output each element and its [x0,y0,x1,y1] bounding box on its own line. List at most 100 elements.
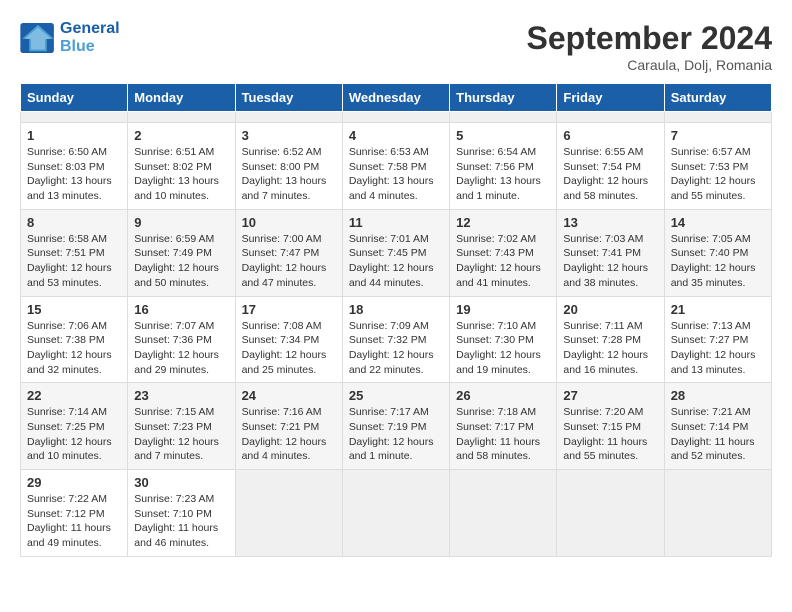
calendar-cell [342,470,449,557]
day-number: 21 [671,302,765,317]
col-header-monday: Monday [128,84,235,112]
calendar-cell: 25 Sunrise: 7:17 AM Sunset: 7:19 PM Dayli… [342,383,449,470]
title-block: September 2024 Caraula, Dolj, Romania [527,20,772,73]
calendar-cell [664,470,771,557]
day-number: 19 [456,302,550,317]
calendar-cell [128,112,235,123]
calendar-cell [664,112,771,123]
calendar-cell: 7 Sunrise: 6:57 AM Sunset: 7:53 PM Daylig… [664,123,771,210]
col-header-thursday: Thursday [450,84,557,112]
calendar-cell: 30Sunrise: 7:23 AM Sunset: 7:10 PM Dayli… [128,470,235,557]
calendar-cell [235,470,342,557]
day-number: 29 [27,475,121,490]
day-info: Sunrise: 6:54 AM Sunset: 7:56 PM Dayligh… [456,145,550,204]
day-number: 22 [27,388,121,403]
calendar-cell: 8 Sunrise: 6:58 AM Sunset: 7:51 PM Daylig… [21,209,128,296]
day-number: 14 [671,215,765,230]
day-info: Sunrise: 6:51 AM Sunset: 8:02 PM Dayligh… [134,145,228,204]
calendar-cell: 10 Sunrise: 7:00 AM Sunset: 7:47 PM Dayli… [235,209,342,296]
day-number: 10 [242,215,336,230]
day-info: Sunrise: 7:18 AM Sunset: 7:17 PM Dayligh… [456,405,550,464]
day-number: 24 [242,388,336,403]
day-info: Sunrise: 7:08 AM Sunset: 7:34 PM Dayligh… [242,319,336,378]
calendar-cell: 12 Sunrise: 7:02 AM Sunset: 7:43 PM Dayli… [450,209,557,296]
calendar-cell: 5 Sunrise: 6:54 AM Sunset: 7:56 PM Daylig… [450,123,557,210]
calendar-cell: 11 Sunrise: 7:01 AM Sunset: 7:45 PM Dayli… [342,209,449,296]
day-info: Sunrise: 6:50 AM Sunset: 8:03 PM Dayligh… [27,145,121,204]
day-number: 25 [349,388,443,403]
day-number: 17 [242,302,336,317]
day-number: 5 [456,128,550,143]
day-number: 27 [563,388,657,403]
day-number: 2 [134,128,228,143]
day-number: 23 [134,388,228,403]
calendar-cell: 23Sunrise: 7:15 AM Sunset: 7:23 PM Dayli… [128,383,235,470]
day-number: 12 [456,215,550,230]
day-number: 7 [671,128,765,143]
day-info: Sunrise: 7:01 AM Sunset: 7:45 PM Dayligh… [349,232,443,291]
calendar-cell [450,112,557,123]
calendar-cell: 20Sunrise: 7:11 AM Sunset: 7:28 PM Dayli… [557,296,664,383]
day-number: 13 [563,215,657,230]
day-number: 11 [349,215,443,230]
day-info: Sunrise: 7:20 AM Sunset: 7:15 PM Dayligh… [563,405,657,464]
day-number: 9 [134,215,228,230]
day-number: 6 [563,128,657,143]
calendar-cell: 26Sunrise: 7:18 AM Sunset: 7:17 PM Dayli… [450,383,557,470]
calendar-cell: 18 Sunrise: 7:09 AM Sunset: 7:32 PM Dayli… [342,296,449,383]
day-info: Sunrise: 7:14 AM Sunset: 7:25 PM Dayligh… [27,405,121,464]
calendar-cell: 22 Sunrise: 7:14 AM Sunset: 7:25 PM Dayli… [21,383,128,470]
calendar-cell: 2 Sunrise: 6:51 AM Sunset: 8:02 PM Daylig… [128,123,235,210]
day-info: Sunrise: 7:02 AM Sunset: 7:43 PM Dayligh… [456,232,550,291]
calendar-cell: 14 Sunrise: 7:05 AM Sunset: 7:40 PM Dayli… [664,209,771,296]
calendar-cell: 9 Sunrise: 6:59 AM Sunset: 7:49 PM Daylig… [128,209,235,296]
day-info: Sunrise: 6:55 AM Sunset: 7:54 PM Dayligh… [563,145,657,204]
day-info: Sunrise: 7:13 AM Sunset: 7:27 PM Dayligh… [671,319,765,378]
month-title: September 2024 [527,20,772,57]
col-header-tuesday: Tuesday [235,84,342,112]
day-info: Sunrise: 7:09 AM Sunset: 7:32 PM Dayligh… [349,319,443,378]
day-number: 8 [27,215,121,230]
page-header: General Blue September 2024 Caraula, Dol… [20,20,772,73]
calendar-cell: 4Sunrise: 6:53 AM Sunset: 7:58 PM Daylig… [342,123,449,210]
col-header-wednesday: Wednesday [342,84,449,112]
calendar-cell [342,112,449,123]
day-number: 16 [134,302,228,317]
day-info: Sunrise: 7:22 AM Sunset: 7:12 PM Dayligh… [27,492,121,551]
logo: General Blue [20,20,120,56]
day-number: 15 [27,302,121,317]
col-header-saturday: Saturday [664,84,771,112]
day-info: Sunrise: 7:10 AM Sunset: 7:30 PM Dayligh… [456,319,550,378]
day-info: Sunrise: 7:07 AM Sunset: 7:36 PM Dayligh… [134,319,228,378]
day-info: Sunrise: 7:11 AM Sunset: 7:28 PM Dayligh… [563,319,657,378]
calendar-cell: 19 Sunrise: 7:10 AM Sunset: 7:30 PM Dayli… [450,296,557,383]
calendar-cell: 29 Sunrise: 7:22 AM Sunset: 7:12 PM Dayli… [21,470,128,557]
day-number: 18 [349,302,443,317]
day-info: Sunrise: 6:57 AM Sunset: 7:53 PM Dayligh… [671,145,765,204]
calendar-cell [450,470,557,557]
day-number: 3 [242,128,336,143]
col-header-friday: Friday [557,84,664,112]
calendar-cell: 24 Sunrise: 7:16 AM Sunset: 7:21 PM Dayli… [235,383,342,470]
day-info: Sunrise: 6:53 AM Sunset: 7:58 PM Dayligh… [349,145,443,204]
day-info: Sunrise: 7:16 AM Sunset: 7:21 PM Dayligh… [242,405,336,464]
location: Caraula, Dolj, Romania [527,57,772,73]
day-info: Sunrise: 7:05 AM Sunset: 7:40 PM Dayligh… [671,232,765,291]
day-info: Sunrise: 6:59 AM Sunset: 7:49 PM Dayligh… [134,232,228,291]
calendar-cell: 15Sunrise: 7:06 AM Sunset: 7:38 PM Dayli… [21,296,128,383]
day-info: Sunrise: 6:58 AM Sunset: 7:51 PM Dayligh… [27,232,121,291]
calendar-cell: 6 Sunrise: 6:55 AM Sunset: 7:54 PM Daylig… [557,123,664,210]
calendar-cell: 28Sunrise: 7:21 AM Sunset: 7:14 PM Dayli… [664,383,771,470]
logo-icon [20,23,56,53]
calendar-cell: 21 Sunrise: 7:13 AM Sunset: 7:27 PM Dayli… [664,296,771,383]
calendar-cell: 17 Sunrise: 7:08 AM Sunset: 7:34 PM Dayli… [235,296,342,383]
day-info: Sunrise: 7:21 AM Sunset: 7:14 PM Dayligh… [671,405,765,464]
day-info: Sunrise: 7:17 AM Sunset: 7:19 PM Dayligh… [349,405,443,464]
day-info: Sunrise: 7:00 AM Sunset: 7:47 PM Dayligh… [242,232,336,291]
calendar-cell [557,470,664,557]
calendar-table: SundayMondayTuesdayWednesdayThursdayFrid… [20,83,772,557]
col-header-sunday: Sunday [21,84,128,112]
calendar-cell: 27 Sunrise: 7:20 AM Sunset: 7:15 PM Dayli… [557,383,664,470]
calendar-cell: 3Sunrise: 6:52 AM Sunset: 8:00 PM Daylig… [235,123,342,210]
calendar-cell: 1Sunrise: 6:50 AM Sunset: 8:03 PM Daylig… [21,123,128,210]
